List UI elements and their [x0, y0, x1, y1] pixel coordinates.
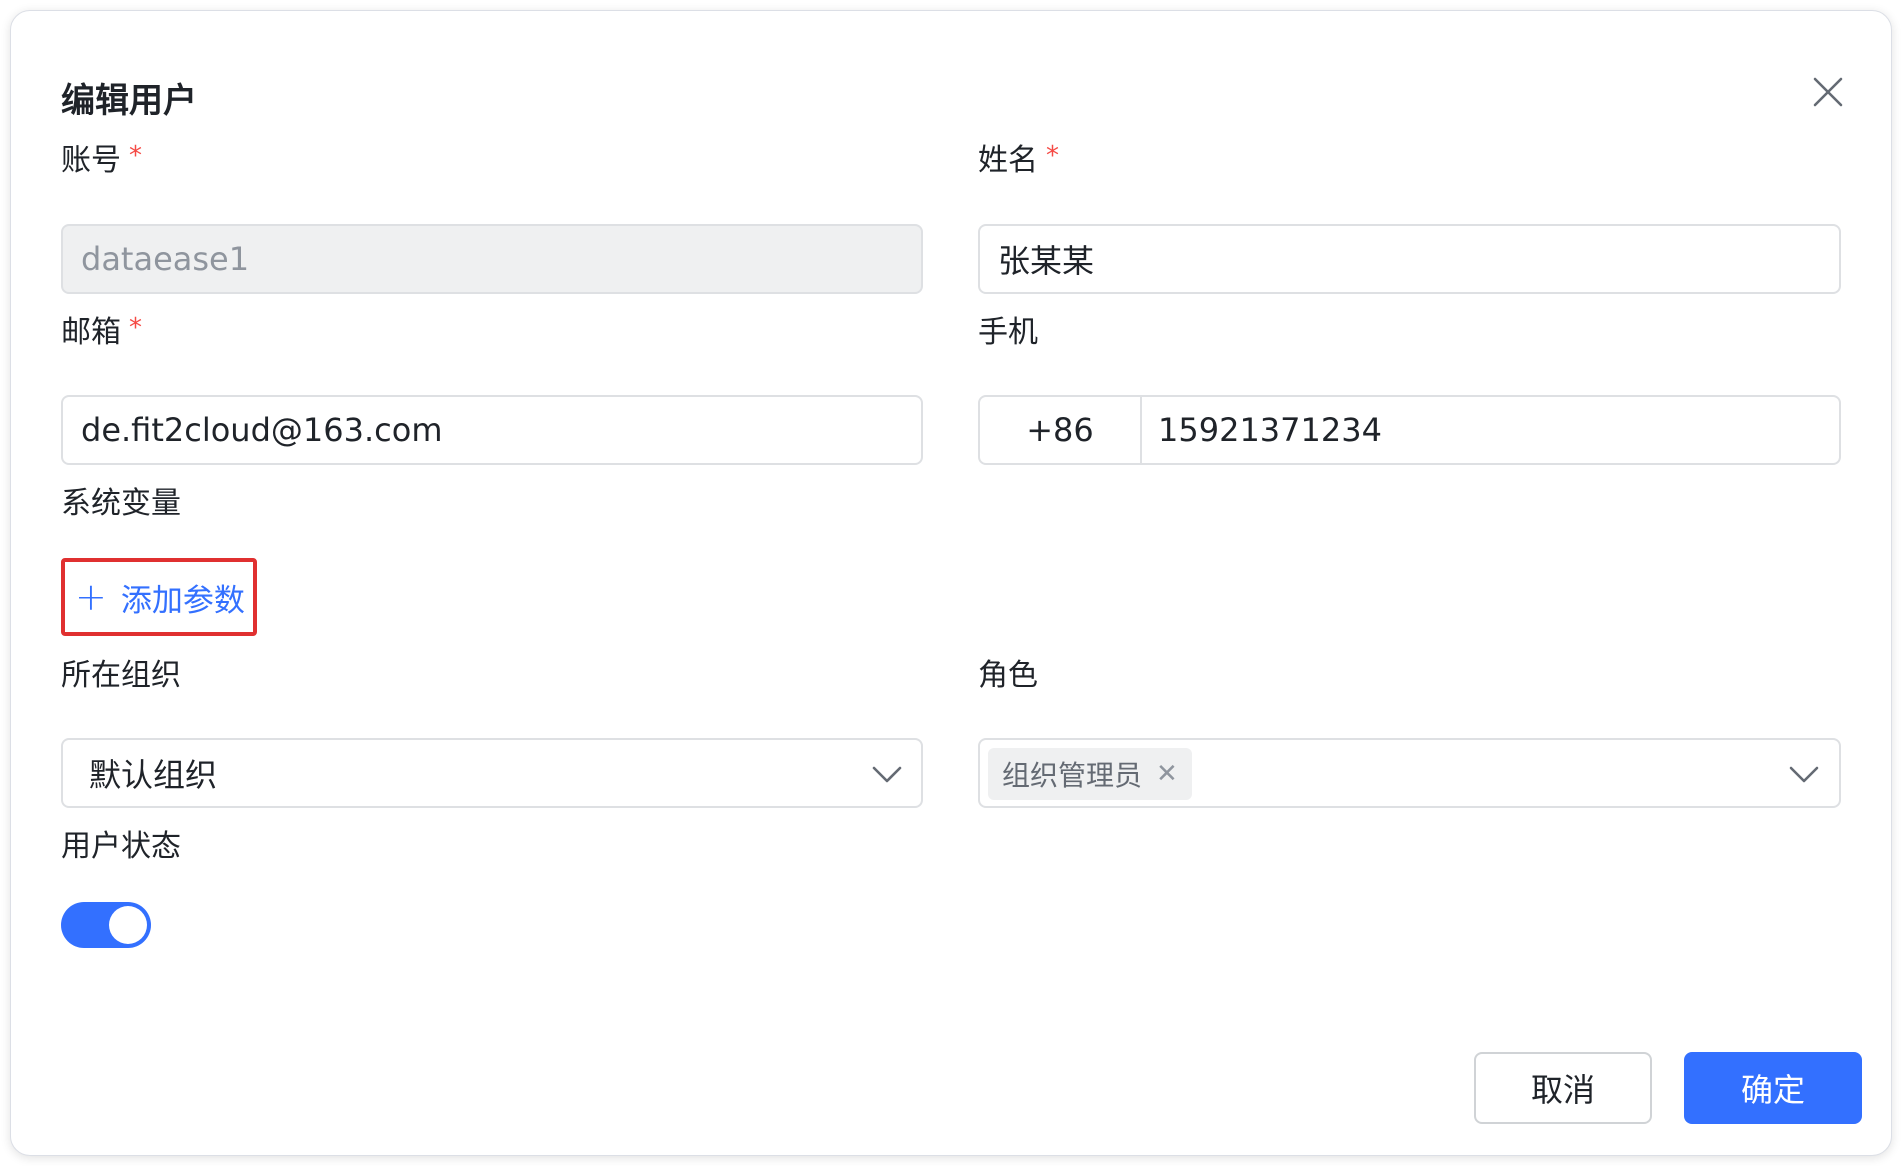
close-icon[interactable]	[1811, 75, 1845, 109]
phone-label: 手机	[978, 315, 1038, 350]
phone-input-group: +86 15921371234	[978, 395, 1841, 465]
email-label: 邮箱 *	[61, 313, 142, 350]
org-select[interactable]: 默认组织	[61, 738, 923, 808]
role-label: 角色	[978, 658, 1038, 693]
confirm-button[interactable]: 确定	[1684, 1052, 1862, 1124]
status-label: 用户状态	[61, 829, 181, 864]
email-value: de.fit2cloud@163.com	[81, 411, 443, 449]
plus-icon: +	[75, 575, 107, 619]
account-label: 账号 *	[61, 141, 142, 178]
name-input[interactable]: 张某某	[978, 224, 1841, 294]
phone-number-input[interactable]: 15921371234	[1158, 397, 1382, 463]
status-toggle[interactable]	[61, 902, 151, 948]
org-value: 默认组织	[89, 756, 218, 794]
chevron-down-icon	[872, 766, 902, 783]
edit-user-dialog: 编辑用户 账号 * dataease1 姓名 * 张某某 邮箱 * de.fit2cl…	[10, 10, 1892, 1156]
account-input: dataease1	[61, 224, 923, 294]
add-param-button[interactable]: + 添加参数	[61, 558, 257, 636]
toggle-knob	[109, 906, 147, 944]
email-input[interactable]: de.fit2cloud@163.com	[61, 395, 923, 465]
required-mark: *	[129, 313, 142, 343]
name-value: 张某某	[998, 242, 1095, 280]
org-label: 所在组织	[61, 658, 181, 693]
chevron-down-icon	[1789, 766, 1819, 783]
role-select[interactable]: 组织管理员 ✕	[978, 738, 1841, 808]
sysvar-label: 系统变量	[61, 486, 181, 521]
cancel-button[interactable]: 取消	[1474, 1052, 1652, 1124]
role-tag: 组织管理员 ✕	[988, 748, 1192, 800]
phone-country-code[interactable]: +86	[980, 397, 1142, 463]
required-mark: *	[1046, 141, 1059, 171]
dialog-title: 编辑用户	[61, 81, 197, 121]
required-mark: *	[129, 141, 142, 171]
tag-close-icon[interactable]: ✕	[1156, 759, 1178, 789]
account-value: dataease1	[81, 240, 250, 278]
name-label: 姓名 *	[978, 141, 1059, 178]
